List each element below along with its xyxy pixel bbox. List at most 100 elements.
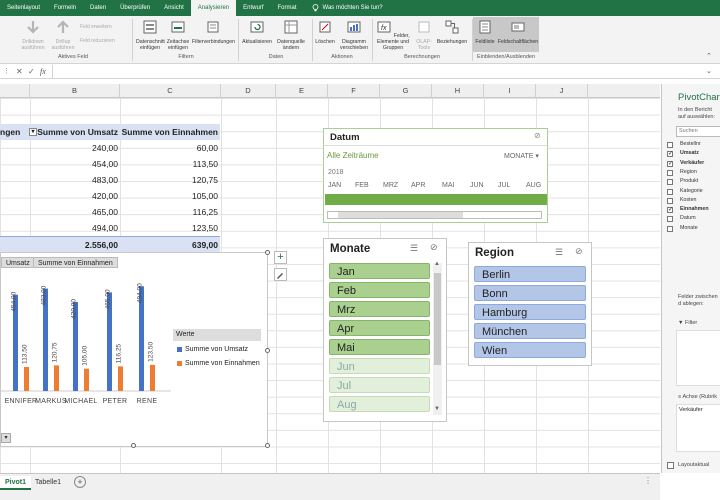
move-chart-button[interactable]: Diagramm verschieben bbox=[338, 19, 370, 51]
timeline-selection-bar[interactable] bbox=[325, 194, 547, 205]
change-data-source-button[interactable]: Datenquelle ändern bbox=[274, 19, 308, 51]
slicer-item-muenchen[interactable]: München bbox=[474, 323, 586, 339]
field-checkbox[interactable] bbox=[667, 188, 673, 195]
slicer-scrollbar[interactable]: ▲ ▼ bbox=[433, 261, 442, 415]
axis-item[interactable]: Verkäufer bbox=[679, 407, 703, 413]
cancel-icon[interactable]: ✕ bbox=[16, 67, 23, 76]
field-checkbox[interactable] bbox=[667, 225, 673, 232]
slicer-item-wien[interactable]: Wien bbox=[474, 342, 586, 358]
tab-seitenlayout[interactable]: Seitenlayout bbox=[0, 0, 47, 16]
field-label[interactable]: Bestellnr bbox=[680, 141, 701, 147]
pivot-row[interactable]: 240,00 60,00 bbox=[0, 140, 220, 156]
field-label[interactable]: Umsatz bbox=[680, 150, 699, 156]
slicer-scroll-thumb[interactable] bbox=[434, 273, 441, 365]
pivot-row[interactable]: 494,00 123,50 bbox=[0, 220, 220, 236]
pivot-row[interactable]: 454,00 113,50 bbox=[0, 156, 220, 172]
tab-ueberpruefen[interactable]: Überprüfen bbox=[113, 0, 157, 16]
chart-field-button-umsatz[interactable]: Umsatz bbox=[1, 257, 35, 268]
relationships-button[interactable]: Beziehungen bbox=[434, 19, 470, 45]
filter-connections-button[interactable]: Filterverbindungen bbox=[192, 19, 235, 45]
drill-up-button[interactable]: Drillup ausführen bbox=[48, 19, 78, 51]
field-search-input[interactable]: Suchen bbox=[676, 126, 720, 137]
field-checkbox[interactable]: ✓ bbox=[667, 151, 673, 158]
expand-formula-icon[interactable]: ⌄ bbox=[706, 67, 712, 75]
tab-options-icon[interactable]: ⋮ bbox=[644, 476, 652, 485]
drill-down-button[interactable]: Drilldown ausführen bbox=[18, 19, 48, 51]
resize-handle[interactable] bbox=[265, 348, 270, 353]
column-header[interactable]: E bbox=[276, 84, 328, 98]
column-header-a[interactable] bbox=[0, 84, 30, 98]
tab-formeln[interactable]: Formeln bbox=[47, 0, 83, 16]
more-icon[interactable]: ⋮ bbox=[3, 67, 10, 75]
column-header[interactable]: G bbox=[380, 84, 432, 98]
sheet-tab-pivot1[interactable]: Pivot1 bbox=[0, 476, 32, 490]
tell-me-box[interactable]: Was möchten Sie tun? bbox=[312, 4, 383, 12]
column-header[interactable]: I bbox=[484, 84, 536, 98]
slicer-item-feb[interactable]: Feb bbox=[329, 282, 430, 298]
slicer-item-mai[interactable]: Mai bbox=[329, 339, 430, 355]
tab-analysieren[interactable]: Analysieren bbox=[190, 0, 237, 16]
column-header[interactable]: C bbox=[120, 84, 221, 98]
column-header[interactable]: B bbox=[30, 84, 120, 98]
field-checkbox[interactable] bbox=[667, 142, 673, 148]
field-label[interactable]: Verkäufer bbox=[680, 160, 704, 166]
axis-field-dropdown[interactable]: ▾ bbox=[1, 433, 11, 443]
insert-slicer-button[interactable]: Datenschnitt einfügen bbox=[136, 19, 165, 51]
slicer-monate[interactable]: Monate ☰ ⊘ Jan Feb Mrz Apr Mai Jun Jul A… bbox=[323, 238, 447, 422]
slicer-item-apr[interactable]: Apr bbox=[329, 320, 430, 336]
chart-styles-button[interactable] bbox=[274, 268, 287, 281]
slicer-item-mrz[interactable]: Mrz bbox=[329, 301, 430, 317]
column-header[interactable]: F bbox=[328, 84, 380, 98]
clear-filter-icon[interactable]: ⊘ bbox=[575, 246, 583, 257]
field-buttons-button[interactable]: Feldschaltflächen bbox=[497, 19, 539, 45]
column-header[interactable]: D bbox=[221, 84, 276, 98]
field-checkbox[interactable] bbox=[667, 216, 673, 223]
column-header[interactable]: J bbox=[536, 84, 588, 98]
chart-elements-button[interactable]: + bbox=[274, 251, 287, 264]
field-label[interactable]: Einnahmen bbox=[680, 206, 709, 212]
pivot-chart[interactable]: Umsatz Summe von Einnahmen 454,00 113,50 E… bbox=[0, 250, 270, 448]
fields-items-groups-button[interactable]: fx Felder, Elemente und Gruppen bbox=[373, 19, 413, 51]
slicer-item-aug[interactable]: Aug bbox=[329, 396, 430, 412]
timeline-scroll-thumb[interactable] bbox=[338, 212, 463, 218]
scroll-up-icon[interactable]: ▲ bbox=[434, 261, 440, 267]
slicer-item-hamburg[interactable]: Hamburg bbox=[474, 304, 586, 320]
field-label[interactable]: Monate bbox=[680, 225, 698, 231]
pivot-total-row[interactable]: 2.556,00 639,00 bbox=[0, 236, 220, 252]
field-list-button[interactable]: Feldliste bbox=[473, 19, 497, 45]
collapse-field-button[interactable]: Feld reduzieren bbox=[80, 38, 115, 44]
sheet-tab-tabelle1[interactable]: Tabelle1 bbox=[30, 476, 66, 490]
field-label[interactable]: Datum bbox=[680, 215, 696, 221]
field-checkbox[interactable]: ✓ bbox=[667, 160, 673, 167]
slicer-item-jul[interactable]: Jul bbox=[329, 377, 430, 393]
defer-layout-checkbox[interactable] bbox=[667, 462, 674, 469]
pivot-row[interactable]: 483,00 120,75 bbox=[0, 172, 220, 188]
confirm-icon[interactable]: ✓ bbox=[28, 67, 35, 76]
insert-timeline-button[interactable]: Zeitachse einfügen bbox=[165, 19, 191, 51]
olap-tools-button[interactable]: OLAP-Tools bbox=[414, 19, 434, 51]
formula-input[interactable] bbox=[52, 65, 652, 78]
field-checkbox[interactable] bbox=[667, 197, 673, 204]
chart-field-button-einnahmen[interactable]: Summe von Einnahmen bbox=[33, 257, 118, 268]
axis-drop-area[interactable]: Verkäufer bbox=[676, 404, 720, 452]
timeline-level-dropdown[interactable]: MONATE ▾ bbox=[504, 152, 539, 160]
slicer-region[interactable]: Region ☰ ⊘ Berlin Bonn Hamburg München W… bbox=[468, 242, 592, 366]
resize-handle[interactable] bbox=[265, 443, 270, 448]
field-checkbox[interactable] bbox=[667, 169, 673, 176]
field-label[interactable]: Produkt bbox=[680, 178, 698, 184]
fx-label[interactable]: fx bbox=[40, 67, 46, 76]
field-label[interactable]: Region bbox=[680, 169, 697, 175]
multi-select-icon[interactable]: ☰ bbox=[555, 247, 563, 258]
field-checkbox[interactable] bbox=[667, 179, 673, 186]
expand-field-button[interactable]: Feld erweitern bbox=[80, 24, 112, 30]
add-sheet-button[interactable]: + bbox=[74, 476, 86, 488]
slicer-item-jun[interactable]: Jun bbox=[329, 358, 430, 374]
slicer-item-berlin[interactable]: Berlin bbox=[474, 266, 586, 282]
tab-ansicht[interactable]: Ansicht bbox=[157, 0, 191, 16]
tab-format[interactable]: Format bbox=[270, 0, 303, 16]
tab-daten[interactable]: Daten bbox=[83, 0, 113, 16]
field-label[interactable]: Kategorie bbox=[680, 188, 703, 194]
pivot-row[interactable]: 420,00 105,00 bbox=[0, 188, 220, 204]
multi-select-icon[interactable]: ☰ bbox=[410, 243, 418, 254]
slicer-item-jan[interactable]: Jan bbox=[329, 263, 430, 279]
